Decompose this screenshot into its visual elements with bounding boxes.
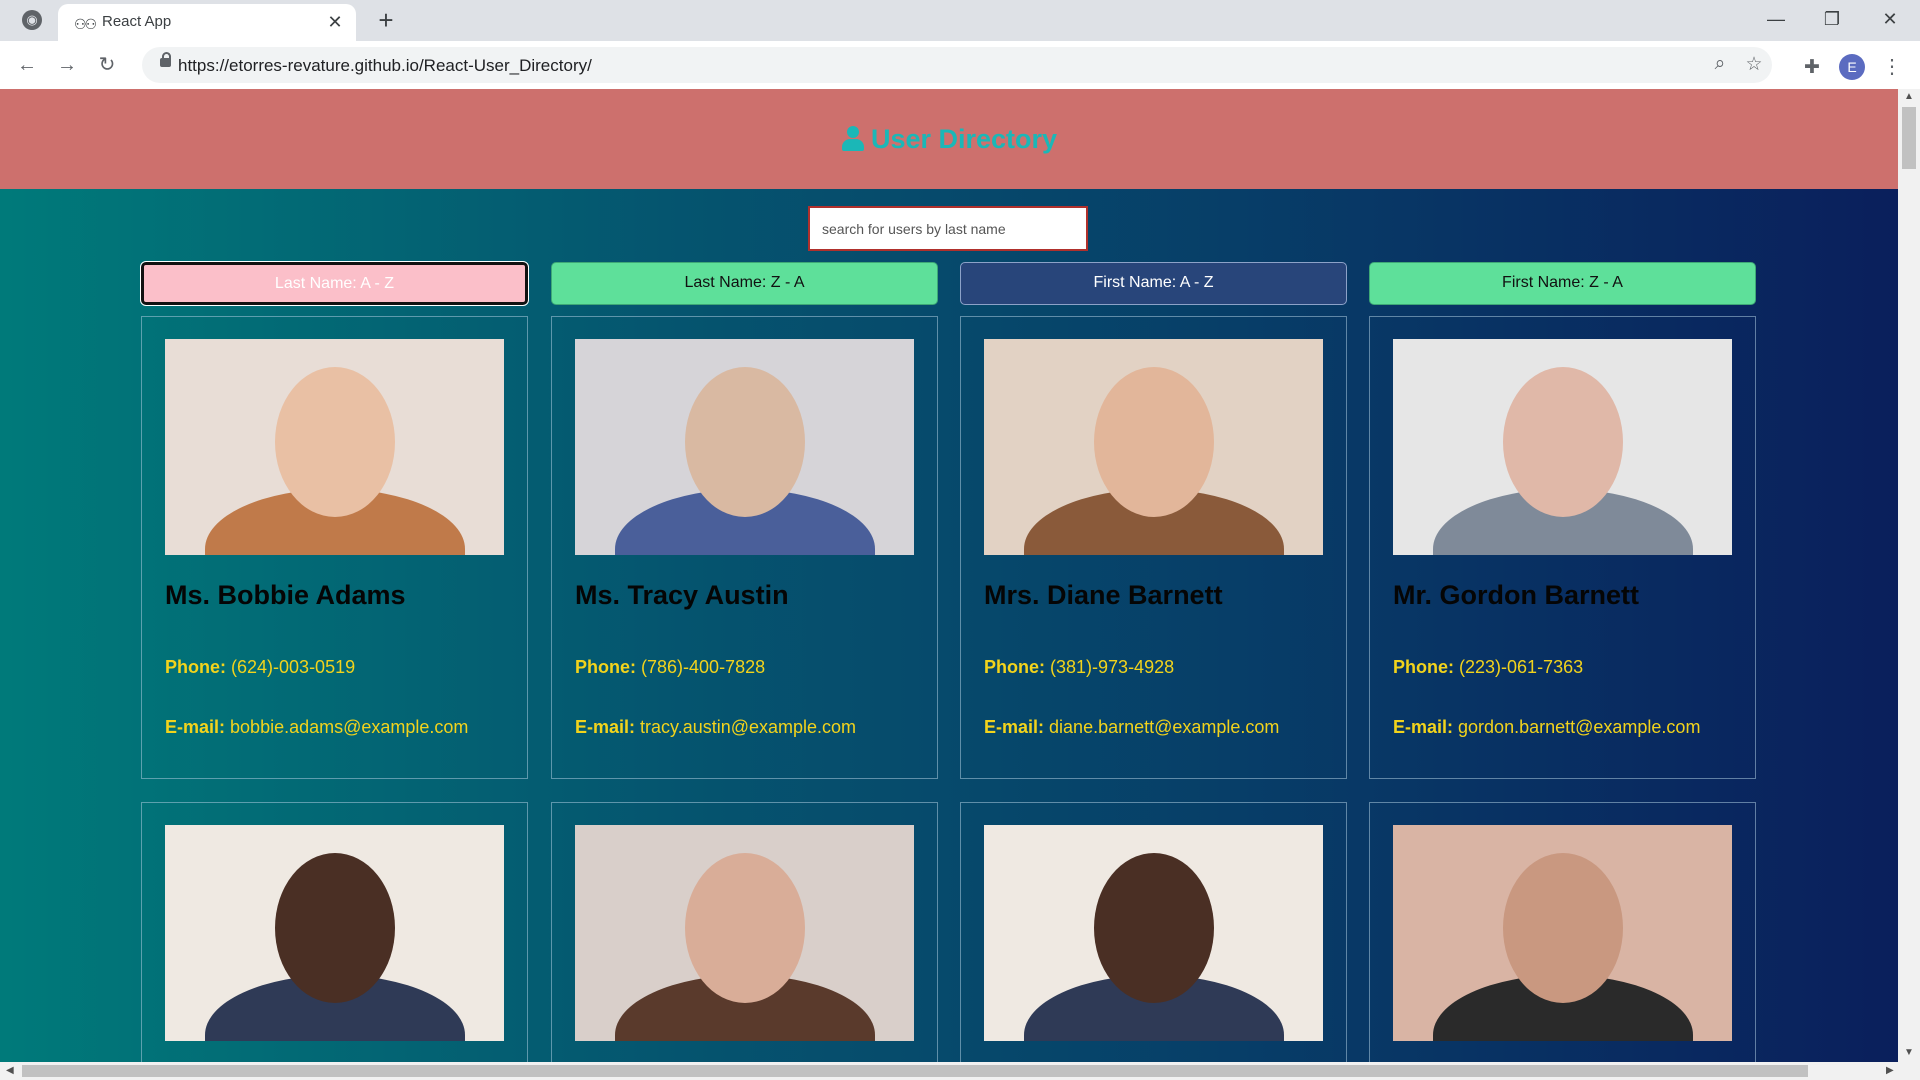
react-app-favicon-icon: ⚇⚇ [74,16,97,32]
forward-arrow-icon[interactable]: → [52,50,82,80]
user-card [960,802,1347,1062]
user-photo [575,825,914,1041]
browser-tab[interactable]: ⚇⚇ React App ✕ [58,4,356,41]
phone-label: Phone: [984,657,1045,677]
browser-tab-bar: ◉ ⚇⚇ React App ✕ + — ❐ ✕ [0,0,1920,41]
user-card: Ms. Bobbie Adams Phone: (624)-003-0519 E-m… [141,316,528,779]
user-email: E-mail: tracy.austin@example.com [575,717,856,738]
sort-last-za-button[interactable]: Last Name: Z - A [551,262,938,305]
user-phone: Phone: (624)-003-0519 [165,657,355,678]
page-header: User Directory [0,89,1898,189]
email-value: tracy.austin@example.com [640,717,857,737]
puzzle-icon[interactable]: ✚ [1800,56,1824,79]
phone-value: (381)-973-4928 [1050,657,1175,677]
user-photo [165,825,504,1041]
user-card: Ms. Tracy Austin Phone: (786)-400-7828 E-m… [551,316,938,779]
user-photo [1393,825,1732,1041]
user-email: E-mail: gordon.barnett@example.com [1393,717,1700,738]
window-close-button[interactable]: ✕ [1870,4,1910,34]
user-name: Ms. Bobbie Adams [165,580,406,610]
scroll-down-icon[interactable]: ▼ [1904,1047,1914,1058]
page-title-text: User Directory [870,123,1058,154]
more-vert-icon[interactable]: ⋮ [1882,54,1902,79]
minimize-button[interactable]: — [1756,4,1796,34]
user-name: Ms. Tracy Austin [575,580,789,610]
user-phone: Phone: (786)-400-7828 [575,657,765,678]
address-bar[interactable]: https://etorres-revature.github.io/React… [142,47,1772,83]
horizontal-scroll-thumb[interactable] [22,1065,1808,1077]
email-label: E-mail: [575,717,636,737]
user-photo [1393,339,1732,555]
scroll-up-icon[interactable]: ▲ [1904,91,1914,102]
lock-icon[interactable] [160,52,171,67]
sort-last-az-button[interactable]: Last Name: A - Z [140,261,529,306]
globe-icon[interactable]: ◉ [22,10,42,30]
user-email: E-mail: bobbie.adams@example.com [165,717,468,738]
user-phone: Phone: (381)-973-4928 [984,657,1174,678]
url-text[interactable]: https://etorres-revature.github.io/React… [178,56,592,76]
phone-label: Phone: [1393,657,1454,677]
vertical-scroll-thumb[interactable] [1902,107,1916,169]
email-value: diane.barnett@example.com [1049,717,1280,737]
email-label: E-mail: [1393,717,1454,737]
scroll-left-icon[interactable]: ◀ [6,1065,14,1076]
sort-first-az-button[interactable]: First Name: A - Z [960,262,1347,305]
restore-button[interactable]: ❐ [1812,4,1852,34]
sort-first-za-button[interactable]: First Name: Z - A [1369,262,1756,305]
reload-icon[interactable]: ↻ [92,50,122,80]
user-photo [575,339,914,555]
email-value: bobbie.adams@example.com [230,717,469,737]
user-photo [984,339,1323,555]
email-label: E-mail: [165,717,226,737]
close-icon[interactable]: ✕ [324,11,346,33]
user-photo [984,825,1323,1041]
user-card [141,802,528,1062]
page-viewport: User Directory Last Name: A - Z Last Nam… [0,89,1898,1062]
horizontal-scrollbar[interactable]: ◀ ▶ [0,1062,1920,1080]
user-photo [165,339,504,555]
email-label: E-mail: [984,717,1045,737]
profile-avatar[interactable]: E [1839,54,1865,80]
user-name: Mrs. Diane Barnett [984,580,1223,610]
back-arrow-icon[interactable]: ← [12,50,42,80]
scroll-right-icon[interactable]: ▶ [1886,1065,1894,1076]
page-title: User Directory [841,124,1057,155]
zoom-icon[interactable]: ⌕ [1708,53,1732,75]
vertical-scrollbar[interactable]: ▲ ▼ [1898,89,1920,1062]
phone-label: Phone: [165,657,226,677]
new-tab-button[interactable]: + [372,6,400,34]
email-value: gordon.barnett@example.com [1458,717,1701,737]
user-phone: Phone: (223)-061-7363 [1393,657,1583,678]
phone-value: (624)-003-0519 [231,657,356,677]
phone-value: (786)-400-7828 [641,657,766,677]
search-input[interactable] [808,206,1088,251]
user-icon [841,126,865,152]
user-name: Mr. Gordon Barnett [1393,580,1640,610]
tab-title: React App [102,13,172,30]
browser-toolbar: ← → ↻ https://etorres-revature.github.io… [0,41,1920,90]
user-card: Mr. Gordon Barnett Phone: (223)-061-7363 E… [1369,316,1756,779]
star-icon[interactable]: ☆ [1742,53,1766,76]
user-email: E-mail: diane.barnett@example.com [984,717,1279,738]
phone-label: Phone: [575,657,636,677]
user-card [1369,802,1756,1062]
user-card: Mrs. Diane Barnett Phone: (381)-973-4928 E… [960,316,1347,779]
user-card [551,802,938,1062]
phone-value: (223)-061-7363 [1459,657,1584,677]
